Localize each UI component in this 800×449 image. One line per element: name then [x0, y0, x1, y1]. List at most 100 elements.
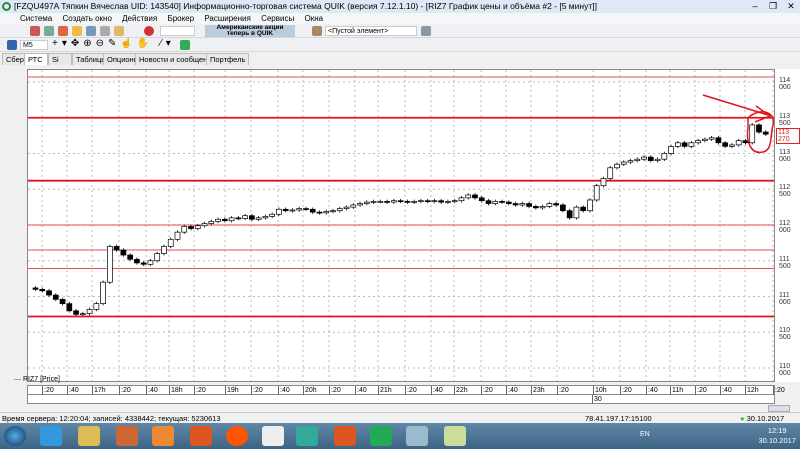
window-title: [FZQU497A Тяпкин Вячеслав UID: 143540] И…: [14, 1, 597, 11]
candle: [485, 200, 492, 204]
firefox-icon[interactable]: [190, 426, 212, 446]
online-indicator-icon: ●: [740, 414, 747, 423]
price-chart[interactable]: [27, 69, 775, 382]
candle: [52, 294, 59, 300]
menu-services[interactable]: Сервисы: [261, 14, 294, 23]
tool-icon[interactable]: [58, 26, 68, 36]
taskbar: EN 12:19 30.10.2017: [0, 423, 800, 449]
candle: [201, 223, 208, 227]
element-select[interactable]: <Пустой элемент>: [325, 26, 417, 36]
candle: [188, 226, 194, 229]
excel-icon[interactable]: [370, 426, 392, 446]
time-tick-label: :40: [646, 386, 658, 395]
yandex-icon[interactable]: [262, 426, 284, 446]
candle: [451, 200, 458, 203]
minimize-button[interactable]: –: [748, 1, 762, 11]
candle: [289, 209, 296, 212]
ie-icon[interactable]: [40, 426, 62, 446]
banner[interactable]: Американские акции теперь в QUIK: [205, 24, 295, 37]
candle: [262, 216, 269, 219]
start-button[interactable]: [4, 426, 26, 446]
tool-icon[interactable]: [86, 26, 96, 36]
candle: [749, 124, 756, 144]
clock[interactable]: 12:19 30.10.2017: [758, 426, 796, 446]
menu-create-window[interactable]: Создать окно: [62, 14, 111, 23]
candle: [384, 201, 390, 203]
language-indicator[interactable]: EN: [640, 431, 650, 438]
explorer-icon[interactable]: [78, 426, 100, 446]
tool-icon[interactable]: [30, 26, 40, 36]
chart-legend: — RIZ7 [Price]: [14, 376, 60, 383]
candle: [181, 226, 188, 233]
search-input[interactable]: [160, 26, 195, 36]
media-player-icon[interactable]: [152, 426, 174, 446]
app-icon[interactable]: [226, 426, 248, 446]
time-tick-label: :20: [194, 386, 206, 395]
time-tick-label: :20: [481, 386, 493, 395]
tool-icon[interactable]: [100, 26, 110, 36]
menu-extensions[interactable]: Расширения: [204, 14, 251, 23]
paint-icon[interactable]: [406, 426, 428, 446]
chart-tools[interactable]: +▾✥⊕⊖✎☝✋ ⁄▾: [52, 38, 175, 49]
time-tick-label: :20: [251, 386, 263, 395]
tool-icon[interactable]: [114, 26, 124, 36]
tab-portfolio[interactable]: Портфель: [206, 53, 250, 65]
time-tick-label: :20: [695, 386, 707, 395]
app-icon[interactable]: [116, 426, 138, 446]
indicator-icon[interactable]: [180, 40, 190, 50]
quik-logo-icon: [2, 2, 11, 11]
tool-icon[interactable]: [72, 26, 82, 36]
search-icon[interactable]: [144, 26, 154, 36]
quik-icon[interactable]: [296, 426, 318, 446]
candle: [127, 254, 134, 260]
candle: [167, 238, 174, 247]
chart-icon[interactable]: [7, 40, 17, 50]
price-tick-label: 110 500: [779, 327, 791, 342]
candle: [681, 142, 688, 147]
time-tick-label: 12h: [745, 386, 759, 395]
time-tick-label: :20: [405, 386, 417, 395]
time-tick-label: 11h: [670, 386, 684, 395]
menu-windows[interactable]: Окна: [304, 14, 323, 23]
tool-icon[interactable]: [44, 26, 54, 36]
time-tick-label: :40: [278, 386, 290, 395]
candle: [113, 246, 120, 251]
app-icon[interactable]: [444, 426, 466, 446]
tab-rts[interactable]: РТС: [24, 53, 48, 65]
candle: [587, 199, 593, 212]
candle: [505, 201, 512, 204]
candle: [539, 206, 546, 209]
time-tick-label: :40: [67, 386, 79, 395]
candle: [532, 206, 539, 209]
time-axis: :20:40 17h:20:40 18h:20 19h:20:40 20h:20:40 2…: [27, 385, 785, 395]
menu-actions[interactable]: Действия: [122, 14, 157, 23]
candle: [465, 194, 472, 199]
time-tick-label: :20: [557, 386, 569, 395]
close-button[interactable]: ✕: [784, 1, 798, 11]
horizontal-scrollbar[interactable]: [0, 405, 800, 412]
firefox-icon[interactable]: [334, 426, 356, 446]
price-tick-label: 113 000: [779, 148, 791, 163]
element-button[interactable]: [421, 26, 431, 36]
candle: [357, 203, 363, 206]
candle: [634, 158, 641, 162]
candle: [350, 204, 357, 208]
time-tick-label: :40: [355, 386, 367, 395]
time-tick-label: 21h: [378, 386, 392, 395]
scroll-thumb[interactable]: [768, 405, 790, 412]
candle: [411, 201, 417, 203]
menu-system[interactable]: Система: [20, 14, 52, 23]
date-axis: 30: [27, 395, 775, 404]
time-tick-label: :40: [720, 386, 732, 395]
interval-select[interactable]: M5: [20, 40, 48, 50]
candle: [431, 200, 438, 203]
menu-broker[interactable]: Брокер: [167, 14, 194, 23]
restore-button[interactable]: ❐: [766, 1, 780, 11]
candle: [215, 218, 221, 222]
candle: [499, 201, 505, 203]
user-icon: [312, 26, 322, 36]
tab-si[interactable]: Si: [48, 53, 72, 65]
candle: [377, 201, 384, 203]
candle: [445, 201, 451, 203]
candle: [729, 144, 735, 147]
